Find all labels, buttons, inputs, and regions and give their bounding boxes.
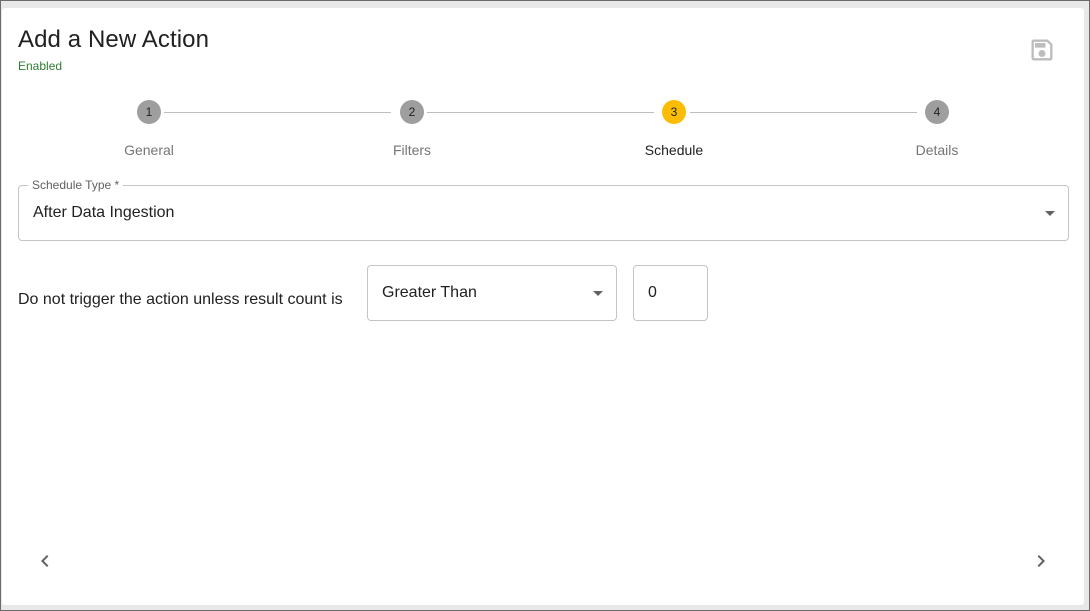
step-label: Filters bbox=[392, 142, 432, 158]
page-title: Add a New Action bbox=[18, 26, 210, 53]
step-schedule[interactable]: 3 Schedule bbox=[574, 100, 774, 158]
step-label: Schedule bbox=[644, 142, 704, 158]
stepper: 1 General 2 Filters 3 Schedule 4 Details bbox=[18, 100, 1070, 170]
chevron-left-icon bbox=[41, 555, 49, 567]
save-button[interactable] bbox=[1026, 34, 1058, 66]
result-count-value: 0 bbox=[648, 284, 657, 301]
step-details[interactable]: 4 Details bbox=[837, 100, 1037, 158]
step-general[interactable]: 1 General bbox=[49, 100, 249, 158]
comparator-select[interactable]: Greater Than bbox=[367, 265, 617, 321]
schedule-type-value: After Data Ingestion bbox=[33, 204, 175, 221]
schedule-type-label: Schedule Type * bbox=[28, 178, 124, 192]
status-label: Enabled bbox=[18, 59, 63, 73]
dropdown-arrow-icon bbox=[593, 291, 603, 296]
next-step-button[interactable] bbox=[1029, 549, 1053, 573]
result-count-input[interactable]: 0 bbox=[633, 265, 708, 321]
comparator-value: Greater Than bbox=[382, 284, 477, 301]
step-number-badge: 4 bbox=[925, 100, 949, 124]
schedule-type-select[interactable]: Schedule Type * After Data Ingestion bbox=[18, 178, 1069, 241]
step-label: Details bbox=[915, 142, 959, 158]
action-panel: Add a New Action Enabled 1 General 2 Fil… bbox=[2, 8, 1084, 605]
step-number-badge: 3 bbox=[662, 100, 686, 124]
step-label: General bbox=[124, 142, 174, 158]
previous-step-button[interactable] bbox=[33, 549, 57, 573]
step-number-badge: 1 bbox=[137, 100, 161, 124]
trigger-condition-label: Do not trigger the action unless result … bbox=[18, 291, 343, 308]
window-frame: Add a New Action Enabled 1 General 2 Fil… bbox=[0, 0, 1090, 611]
step-filters[interactable]: 2 Filters bbox=[312, 100, 512, 158]
dropdown-arrow-icon bbox=[1045, 211, 1055, 216]
save-icon bbox=[1031, 39, 1053, 61]
step-number-badge: 2 bbox=[400, 100, 424, 124]
chevron-right-icon bbox=[1037, 555, 1045, 567]
